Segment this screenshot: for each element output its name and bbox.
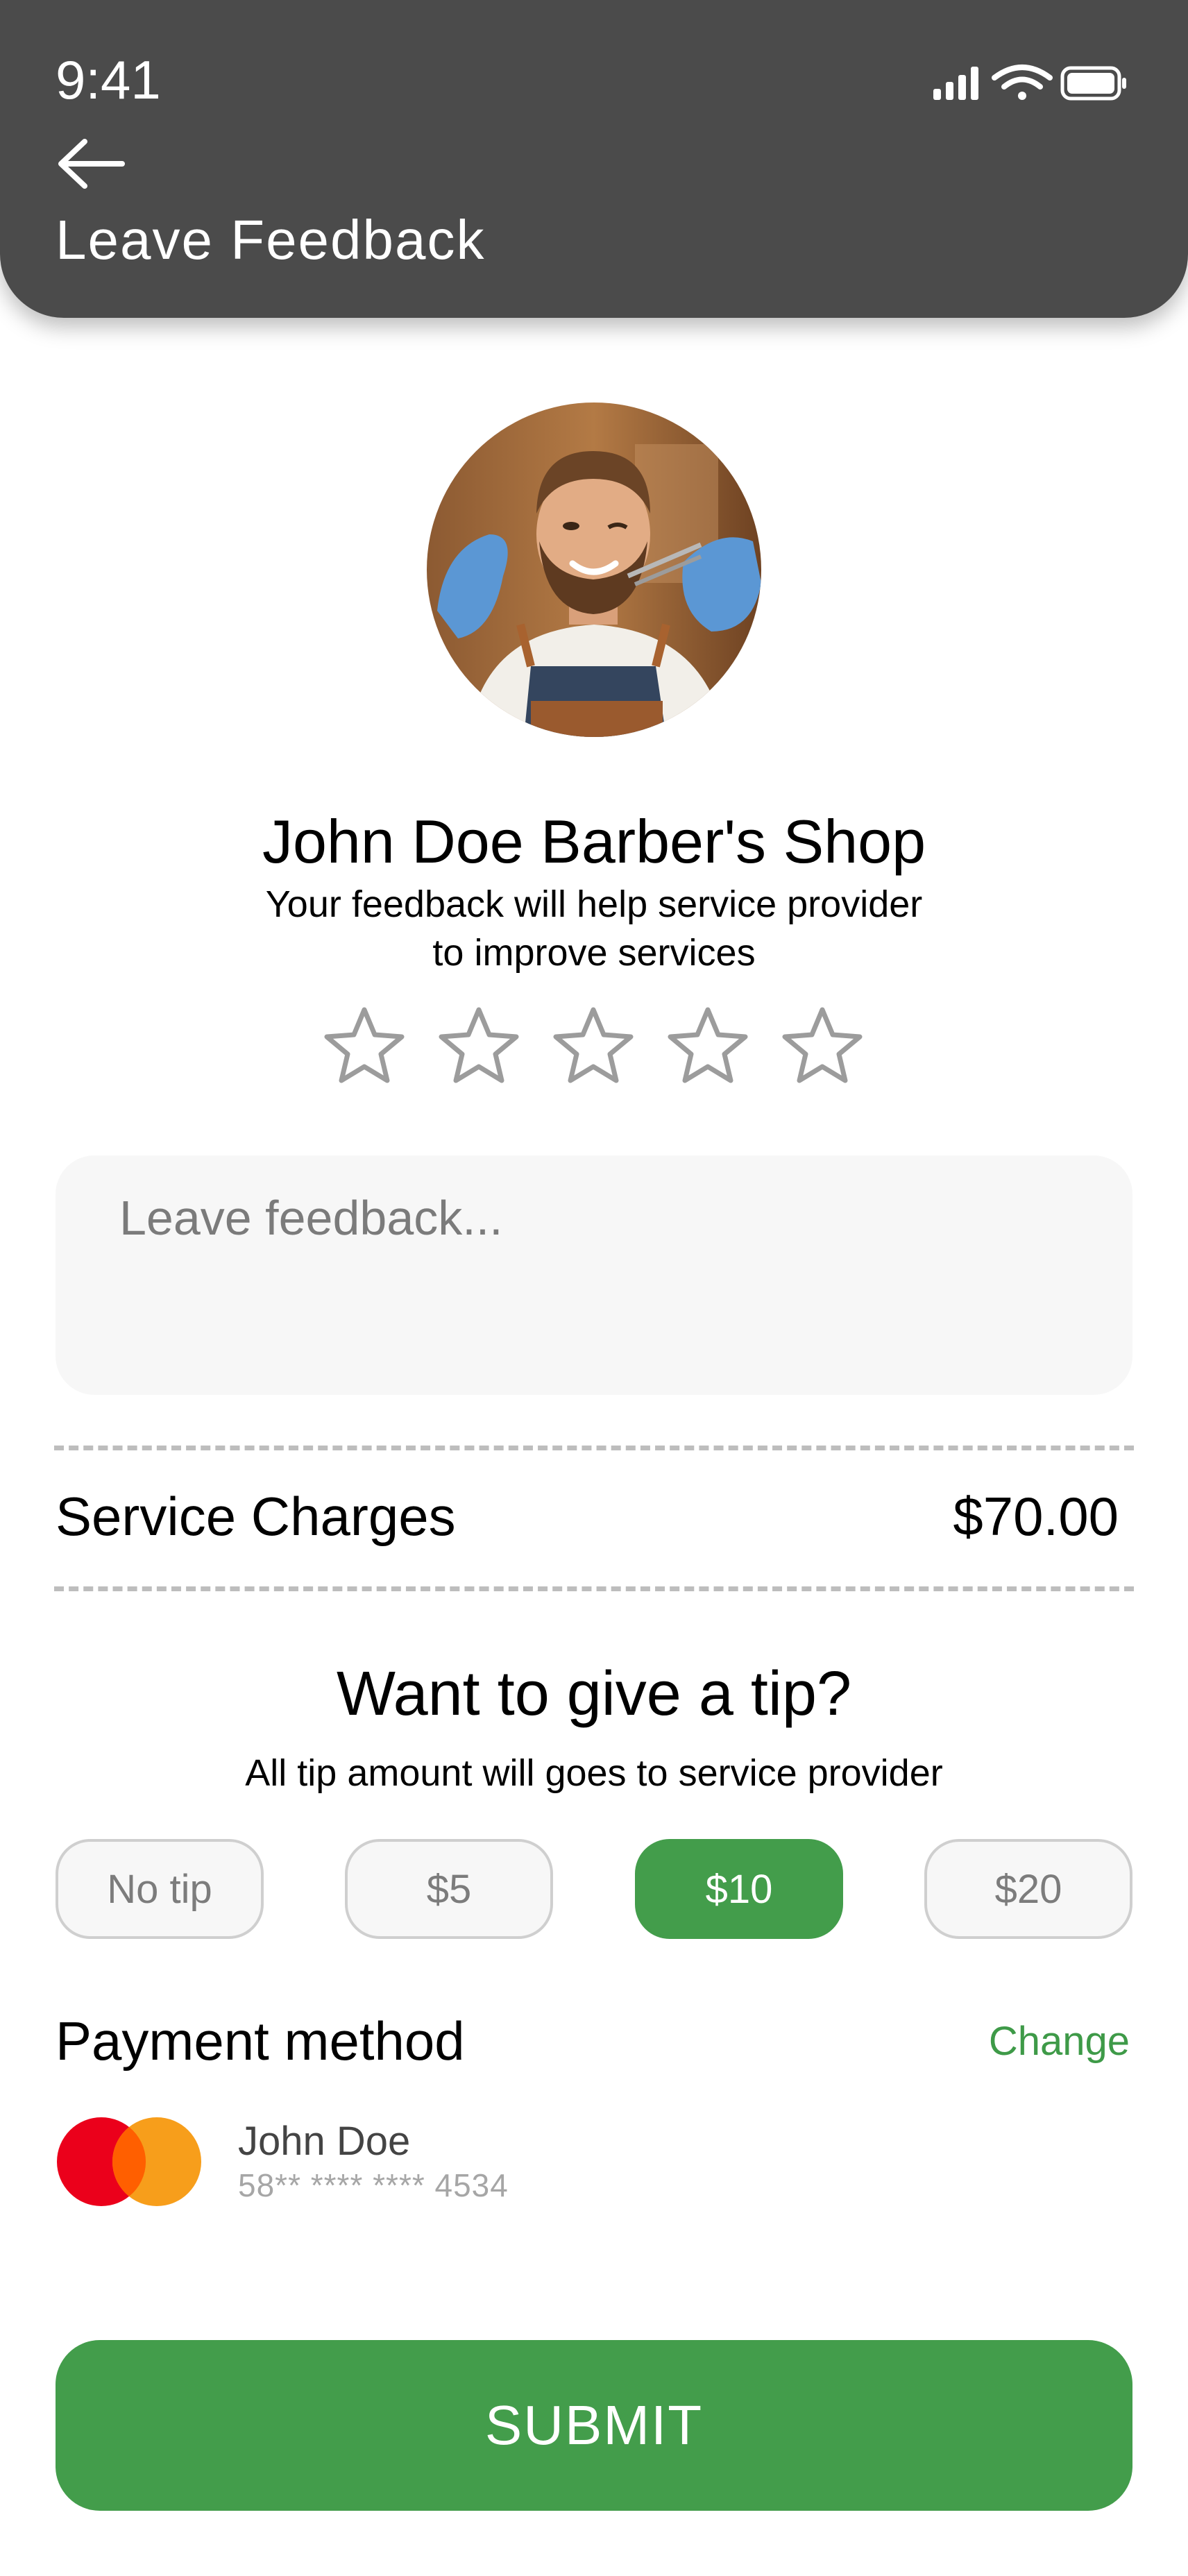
signal-icon (933, 67, 978, 100)
mastercard-icon (57, 2117, 201, 2206)
back-arrow-icon[interactable] (54, 136, 126, 192)
card-number: 58** **** **** 4534 (238, 2167, 509, 2203)
provider-avatar (427, 402, 761, 737)
service-charges-label: Service Charges (56, 1486, 456, 1547)
divider (54, 1586, 1134, 1591)
feedback-input[interactable] (56, 1155, 1132, 1395)
change-payment-link[interactable]: Change (989, 2018, 1130, 2065)
payment-method-title: Payment method (56, 2010, 465, 2071)
tip-subtitle: All tip amount will goes to service prov… (245, 1752, 943, 1794)
battery-icon (1060, 66, 1126, 101)
header-bar: 9:41 Leave Feedback (0, 0, 1188, 318)
divider (54, 1446, 1134, 1450)
tip-option-10[interactable]: $10 (635, 1839, 843, 1939)
submit-button[interactable]: SUBMIT (56, 2340, 1132, 2511)
star-icon-2[interactable] (434, 1003, 524, 1093)
wifi-icon (992, 65, 1053, 100)
star-rating (319, 1003, 874, 1093)
feedback-hint-line2: to improve services (432, 932, 756, 974)
tip-title: Want to give a tip? (336, 1659, 852, 1729)
feedback-hint: Your feedback will help service provider… (0, 880, 1188, 977)
star-icon-3[interactable] (548, 1003, 638, 1093)
page-title: Leave Feedback (56, 209, 486, 271)
tip-option-20[interactable]: $20 (924, 1839, 1132, 1939)
status-time: 9:41 (56, 49, 161, 110)
tip-option-no-tip[interactable]: No tip (56, 1839, 264, 1939)
card-holder-name: John Doe (238, 2119, 411, 2164)
status-icons (933, 65, 1126, 101)
provider-name: John Doe Barber's Shop (262, 807, 926, 876)
service-charges-amount: $70.00 (953, 1486, 1119, 1547)
feedback-hint-line1: Your feedback will help service provider (265, 883, 923, 925)
star-icon-4[interactable] (663, 1003, 753, 1093)
tip-option-5[interactable]: $5 (345, 1839, 553, 1939)
star-icon-5[interactable] (777, 1003, 867, 1093)
star-icon-1[interactable] (319, 1003, 409, 1093)
